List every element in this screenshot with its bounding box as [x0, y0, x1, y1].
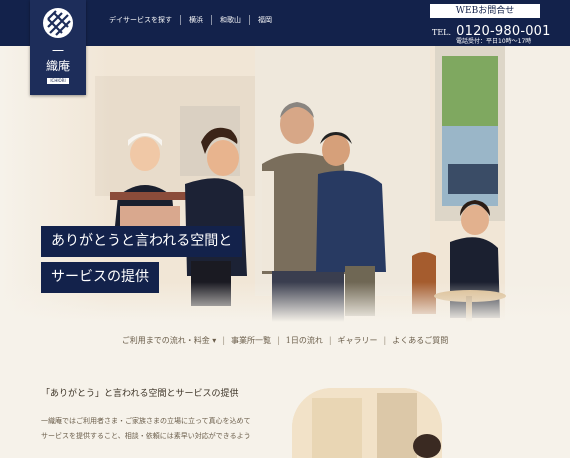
logo-name-line1: 一 [51, 44, 64, 58]
subnav-office-list[interactable]: 事業所一覧 [225, 335, 277, 346]
nav-fukuoka[interactable]: 福岡 [249, 15, 280, 25]
nav-wakayama[interactable]: 和歌山 [211, 15, 249, 25]
logo-name-line2: 織庵 [45, 59, 70, 73]
nav-find-dayservice[interactable]: デイサービスを探す [100, 15, 180, 25]
global-nav: デイサービスを探す 横浜 和歌山 福岡 [100, 13, 280, 27]
weave-logo-icon [43, 8, 73, 38]
section-photo-illustration [292, 388, 442, 458]
web-contact-button[interactable]: WEBお問合せ [430, 4, 540, 18]
section-body: 一織庵ではご利用者さま・ご家族さまの立場に立って真心を込めて サービスを提供する… [41, 414, 271, 444]
site-logo[interactable]: 一 織庵 ICHIORI [30, 0, 86, 95]
subnav-flow-fees[interactable]: ご利用までの流れ・料金 ▾ [116, 335, 223, 346]
section-body-line2: サービスを提供すること、相談・依頼には素早い対応ができるよう [41, 432, 251, 440]
section-photo [292, 388, 442, 458]
logo-badge: ICHIORI [47, 78, 69, 84]
tel-label: TEL. [432, 28, 452, 37]
phone-hours: 電話受付：平日10時〜17時 [456, 38, 532, 45]
sub-nav: ご利用までの流れ・料金 ▾ | 事業所一覧 | 1日の流れ | ギャラリー | … [0, 335, 570, 346]
nav-yokohama[interactable]: 横浜 [180, 15, 211, 25]
section-title: 「ありがとう」と言われる空間とサービスの提供 [41, 389, 239, 399]
subnav-daily-flow[interactable]: 1日の流れ [280, 335, 329, 346]
subnav-faq[interactable]: よくあるご質問 [386, 335, 454, 346]
hero-caption-line2: サービスの提供 [41, 262, 159, 293]
section-body-line1: 一織庵ではご利用者さま・ご家族さまの立場に立って真心を込めて [41, 417, 251, 425]
subnav-gallery[interactable]: ギャラリー [332, 335, 384, 346]
hero-caption-line1: ありがとうと言われる空間と [41, 226, 243, 257]
